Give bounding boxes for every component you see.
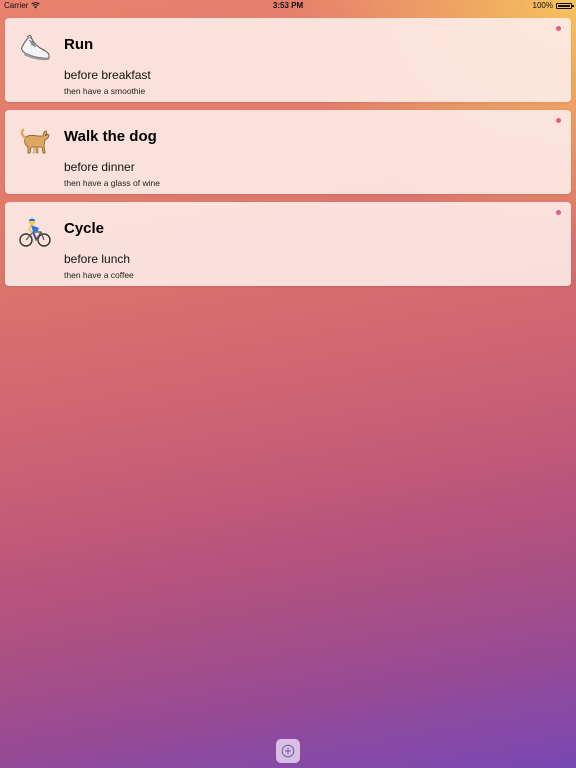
add-habit-button[interactable] bbox=[276, 739, 300, 763]
battery-icon bbox=[556, 2, 574, 9]
dog-icon bbox=[20, 128, 50, 154]
plus-circle-icon bbox=[281, 744, 295, 758]
habit-title: Walk the dog bbox=[64, 128, 157, 145]
habit-when: before lunch bbox=[64, 252, 131, 266]
habit-title: Run bbox=[64, 36, 94, 53]
status-dot bbox=[556, 210, 561, 215]
battery-percent: 100% bbox=[532, 1, 553, 10]
cyclist-icon bbox=[19, 218, 51, 247]
running-shoe-icon bbox=[21, 34, 50, 61]
habit-card-run[interactable]: Run before breakfast then have a smoothi… bbox=[5, 18, 571, 102]
clock: 3:53 PM bbox=[272, 1, 304, 10]
habit-then: then have a coffee bbox=[64, 270, 134, 280]
habit-card-walk-the-dog[interactable]: Walk the dog before dinner then have a g… bbox=[5, 110, 571, 194]
habit-card-cycle[interactable]: Cycle before lunch then have a coffee bbox=[5, 202, 571, 286]
status-dot bbox=[556, 118, 561, 123]
habit-when: before dinner bbox=[64, 160, 135, 174]
habit-then: then have a smoothie bbox=[64, 86, 146, 96]
habit-then: then have a glass of wine bbox=[64, 178, 160, 188]
status-bar: Carrier 3:53 PM 100% bbox=[0, 0, 576, 12]
status-right: 100% bbox=[532, 1, 574, 10]
habit-when: before breakfast bbox=[64, 68, 151, 82]
habit-title: Cycle bbox=[64, 220, 105, 237]
status-dot bbox=[556, 26, 561, 31]
